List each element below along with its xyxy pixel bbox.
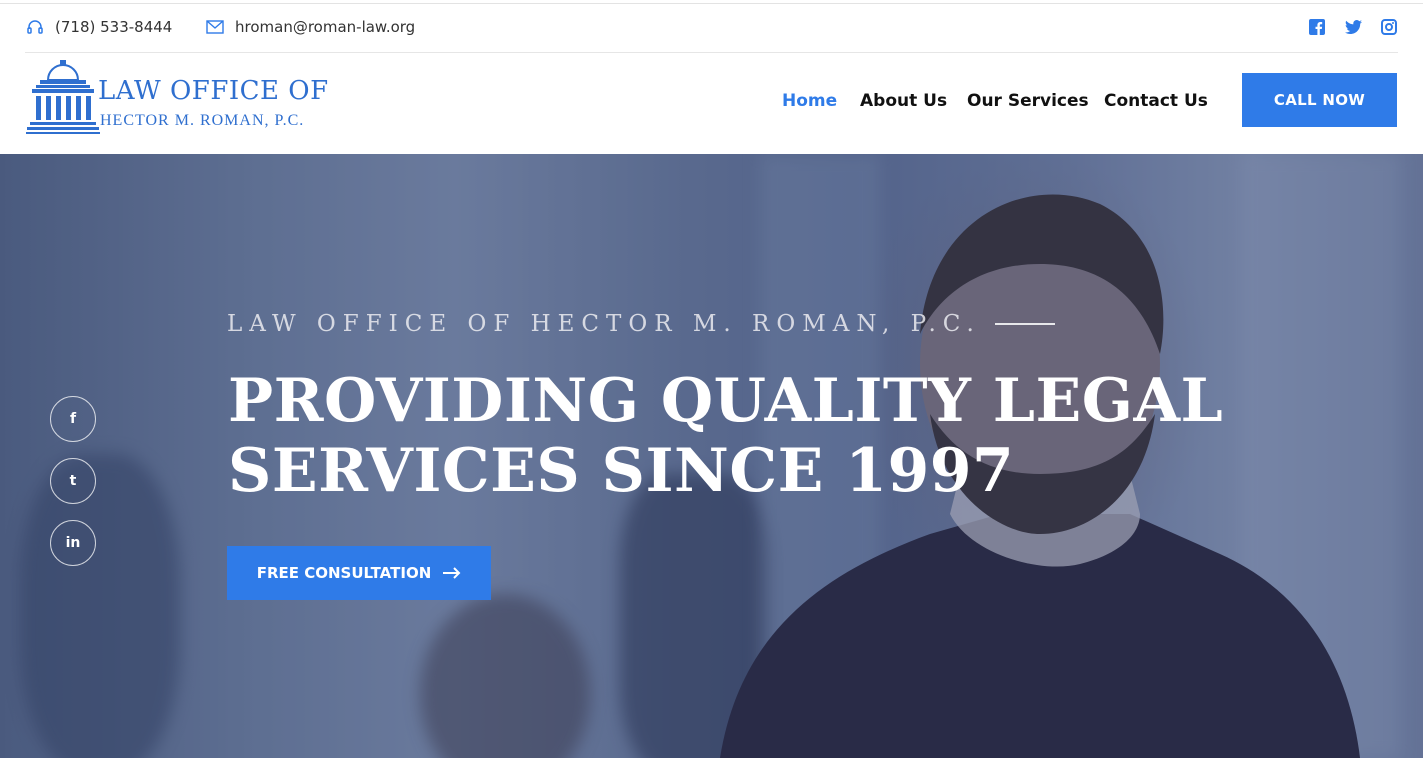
hero-kicker-text: LAW OFFICE OF HECTOR M. ROMAN, P.C. bbox=[227, 311, 981, 337]
top-bar-inner: (718) 533-8444 hroman@roman-law.org bbox=[25, 4, 1398, 53]
side-linkedin-icon[interactable]: in bbox=[50, 520, 96, 566]
top-social-links bbox=[1308, 18, 1398, 36]
site-header: LAW OFFICE OF HECTOR M. ROMAN, P.C. Home… bbox=[0, 54, 1423, 154]
hero-section: f t in LAW OFFICE OF HECTOR M. ROMAN, P.… bbox=[0, 154, 1423, 758]
email-contact[interactable]: hroman@roman-law.org bbox=[205, 18, 415, 36]
side-twitter-icon[interactable]: t bbox=[50, 458, 96, 504]
kicker-divider bbox=[994, 323, 1055, 325]
nav-item-about-us[interactable]: About Us bbox=[860, 91, 947, 111]
nav-item-contact-us[interactable]: Contact Us bbox=[1104, 91, 1208, 111]
top-bar: (718) 533-8444 hroman@roman-law.org bbox=[0, 4, 1423, 53]
side-facebook-icon[interactable]: f bbox=[50, 396, 96, 442]
free-consultation-label: FREE CONSULTATION bbox=[256, 564, 432, 582]
envelope-icon bbox=[205, 18, 225, 36]
twitter-icon[interactable] bbox=[1344, 18, 1362, 36]
free-consultation-button[interactable]: FREE CONSULTATION bbox=[227, 546, 491, 600]
logo-subtitle: HECTOR M. ROMAN, P.C. bbox=[100, 112, 305, 129]
nav-item-home[interactable]: Home bbox=[782, 91, 837, 111]
courthouse-logo-icon bbox=[26, 60, 100, 134]
call-now-button[interactable]: CALL NOW bbox=[1242, 73, 1397, 127]
logo-title: LAW OFFICE OF bbox=[98, 76, 329, 106]
nav-item-our-services[interactable]: Our Services bbox=[967, 91, 1089, 111]
hero-headline-line2: SERVICES SINCE 1997 bbox=[228, 436, 1015, 506]
site-logo[interactable]: LAW OFFICE OF HECTOR M. ROMAN, P.C. bbox=[26, 58, 328, 138]
hero-kicker: LAW OFFICE OF HECTOR M. ROMAN, P.C. bbox=[227, 311, 1055, 337]
phone-contact[interactable]: (718) 533-8444 bbox=[25, 18, 172, 36]
hero-headline: PROVIDING QUALITY LEGAL SERVICES SINCE 1… bbox=[228, 366, 1223, 506]
email-address: hroman@roman-law.org bbox=[235, 18, 416, 36]
phone-number: (718) 533-8444 bbox=[55, 18, 173, 36]
arrow-right-icon bbox=[443, 567, 461, 579]
instagram-icon[interactable] bbox=[1380, 18, 1398, 36]
facebook-icon[interactable] bbox=[1308, 18, 1326, 36]
hero-headline-line1: PROVIDING QUALITY LEGAL bbox=[228, 366, 1224, 436]
side-social-links: f t in bbox=[50, 396, 96, 566]
headset-icon bbox=[25, 18, 45, 36]
